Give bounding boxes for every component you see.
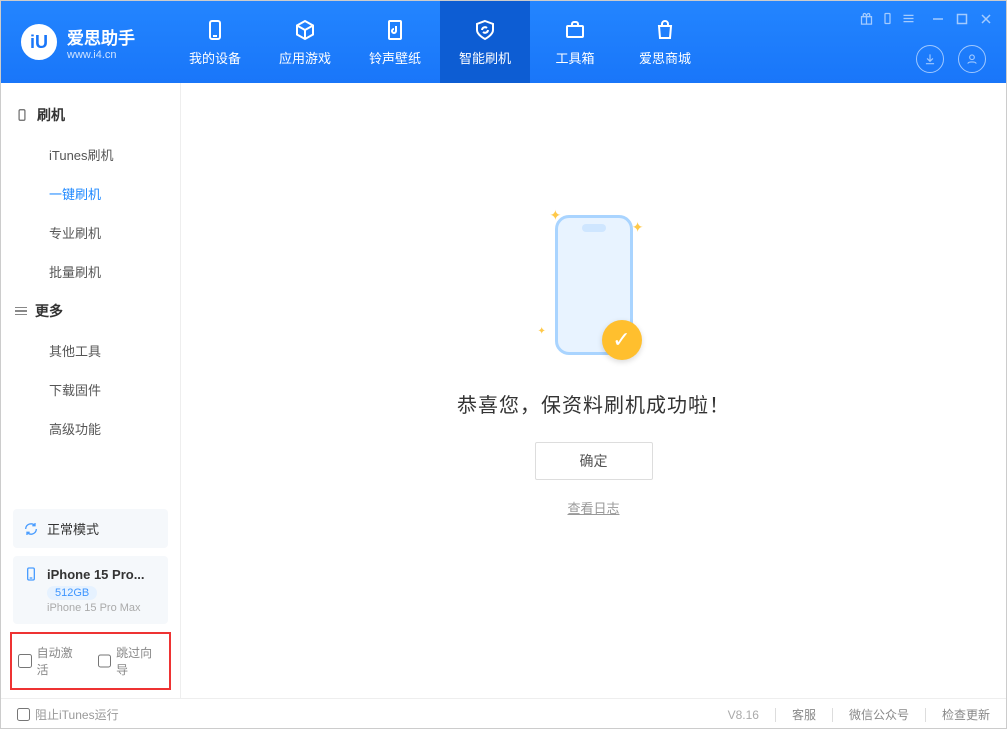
refresh-shield-icon	[473, 18, 497, 42]
brand-subtitle: www.i4.cn	[67, 49, 135, 61]
checkbox-label: 跳过向导	[116, 644, 163, 678]
nav-label: 铃声壁纸	[369, 48, 421, 67]
phone-icon	[15, 108, 29, 122]
success-message: 恭喜您，保资料刷机成功啦！	[457, 389, 730, 418]
sidebar-section-more[interactable]: 更多	[1, 291, 180, 331]
checkbox-skip-guide[interactable]: 跳过向导	[98, 644, 164, 678]
checkbox-label: 阻止iTunes运行	[35, 706, 119, 723]
success-illustration: ✦ ✦ ✦ ✓	[544, 205, 644, 365]
checkbox-input[interactable]	[98, 654, 112, 668]
footer-link-support[interactable]: 客服	[792, 706, 816, 723]
checkbox-input[interactable]	[17, 708, 30, 721]
phone-icon	[203, 18, 227, 42]
sidebar-item-batch-flash[interactable]: 批量刷机	[1, 252, 180, 291]
bag-icon	[653, 18, 677, 42]
toolbox-icon	[563, 18, 587, 42]
download-icon	[923, 52, 937, 66]
hamburger-icon	[15, 307, 27, 316]
user-icon	[965, 52, 979, 66]
refresh-icon	[23, 521, 39, 537]
nav-store[interactable]: 爱思商城	[620, 1, 710, 83]
gift-icon[interactable]	[859, 11, 874, 26]
sidebar-section-flash[interactable]: 刷机	[1, 95, 180, 135]
separator	[775, 708, 776, 722]
sidebar-item-download-firmware[interactable]: 下载固件	[1, 370, 180, 409]
nav-label: 爱思商城	[639, 48, 691, 67]
checkbox-block-itunes[interactable]: 阻止iTunes运行	[17, 706, 119, 723]
user-button[interactable]	[958, 45, 986, 73]
sidebar-item-advanced[interactable]: 高级功能	[1, 409, 180, 448]
footer-link-update[interactable]: 检查更新	[942, 706, 990, 723]
nav-flash[interactable]: 智能刷机	[440, 1, 530, 83]
music-icon	[383, 18, 407, 42]
sidebar-item-pro-flash[interactable]: 专业刷机	[1, 213, 180, 252]
sidebar-item-itunes-flash[interactable]: iTunes刷机	[1, 135, 180, 174]
maximize-icon[interactable]	[956, 13, 968, 25]
nav-label: 工具箱	[555, 48, 594, 67]
nav-label: 智能刷机	[459, 48, 511, 67]
mode-text: 正常模式	[47, 519, 99, 538]
section-label: 更多	[35, 301, 63, 321]
device-card[interactable]: iPhone 15 Pro... 512GB iPhone 15 Pro Max	[13, 556, 168, 624]
separator	[832, 708, 833, 722]
storage-badge: 512GB	[47, 586, 97, 600]
highlighted-options: 自动激活 跳过向导	[10, 632, 171, 690]
separator	[925, 708, 926, 722]
menu-icon[interactable]	[901, 11, 916, 26]
checkbox-label: 自动激活	[37, 644, 84, 678]
mode-card[interactable]: 正常模式	[13, 509, 168, 548]
logo-icon: iU	[21, 24, 57, 60]
nav-label: 应用游戏	[279, 48, 331, 67]
device-name: iPhone 15 Pro...	[47, 567, 145, 582]
device-full-name: iPhone 15 Pro Max	[47, 602, 158, 614]
checkbox-auto-activate[interactable]: 自动激活	[18, 644, 84, 678]
nav-toolbox[interactable]: 工具箱	[530, 1, 620, 83]
check-badge-icon: ✓	[602, 320, 642, 360]
sidebar-item-other-tools[interactable]: 其他工具	[1, 331, 180, 370]
sidebar-item-onekey-flash[interactable]: 一键刷机	[1, 174, 180, 213]
close-icon[interactable]	[980, 13, 992, 25]
footer-link-wechat[interactable]: 微信公众号	[849, 706, 909, 723]
brand-logo[interactable]: iU 爱思助手 www.i4.cn	[1, 1, 155, 83]
minimize-icon[interactable]	[932, 13, 944, 25]
nav-label: 我的设备	[189, 48, 241, 67]
checkbox-input[interactable]	[18, 654, 32, 668]
nav-ringtones[interactable]: 铃声壁纸	[350, 1, 440, 83]
nav-my-device[interactable]: 我的设备	[170, 1, 260, 83]
section-label: 刷机	[37, 105, 65, 125]
brand-title: 爱思助手	[67, 24, 135, 49]
view-log-link[interactable]: 查看日志	[567, 498, 619, 517]
nav-apps[interactable]: 应用游戏	[260, 1, 350, 83]
download-button[interactable]	[916, 45, 944, 73]
confirm-button[interactable]: 确定	[535, 442, 653, 480]
phone-icon	[23, 566, 39, 582]
cube-icon	[293, 18, 317, 42]
device-icon[interactable]	[880, 11, 895, 26]
version-text: V8.16	[728, 708, 759, 722]
